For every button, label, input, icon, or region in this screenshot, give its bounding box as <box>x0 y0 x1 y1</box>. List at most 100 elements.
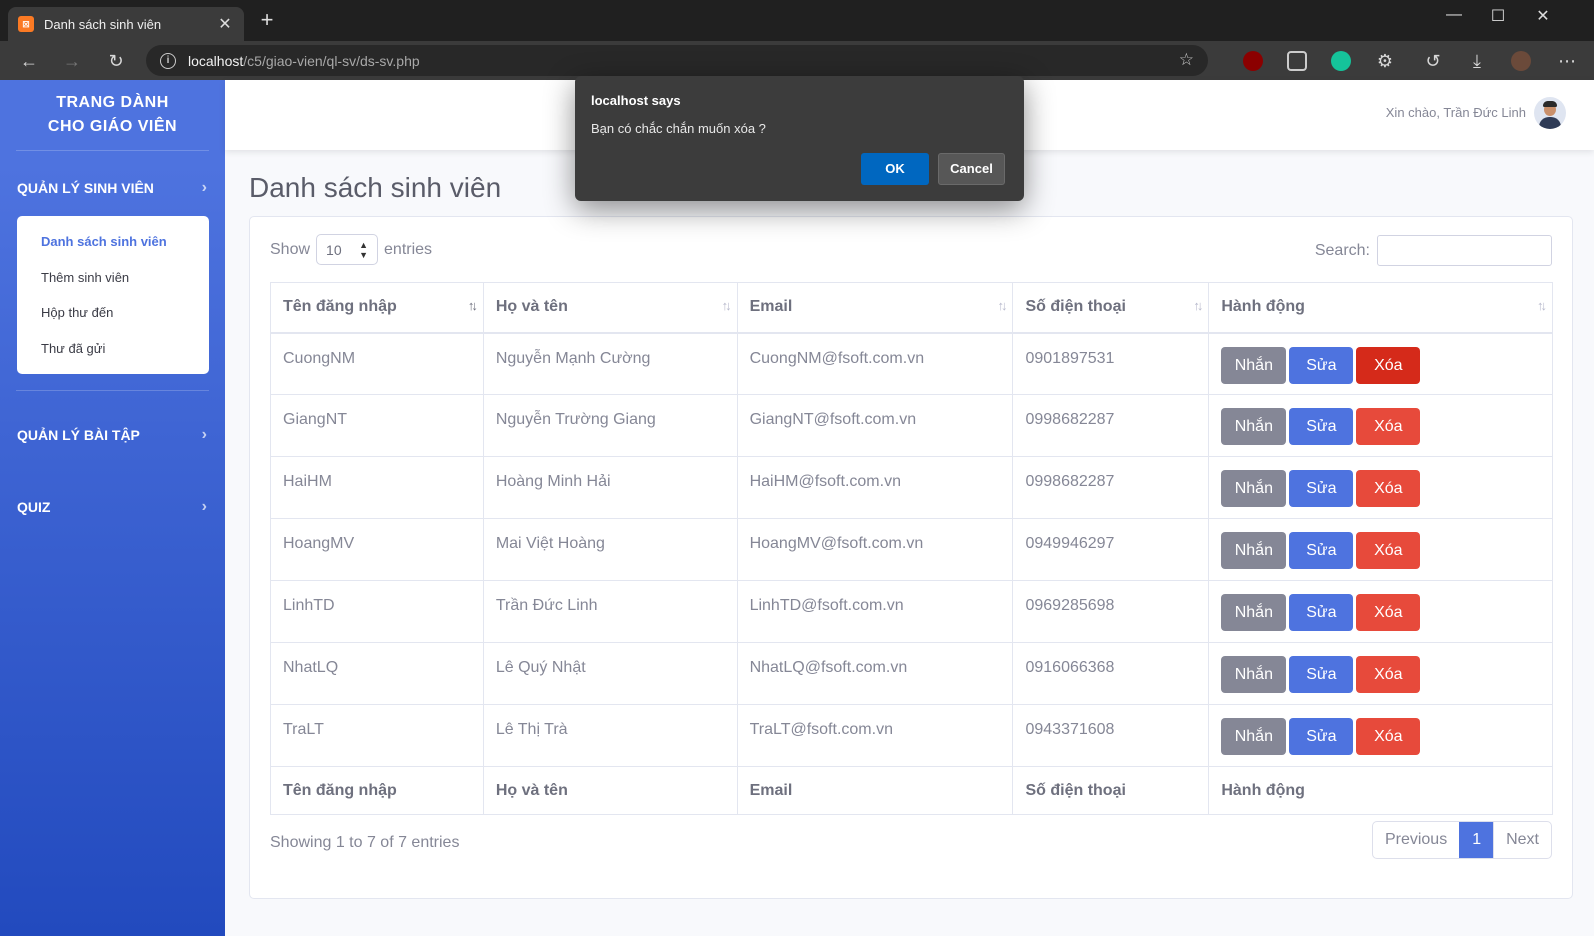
table-row: LinhTD Trần Đức Linh LinhTD@fsoft.com.vn… <box>270 580 1553 643</box>
user-greeting[interactable]: Xin chào, Trần Đức Linh <box>1386 105 1526 120</box>
delete-button[interactable]: Xóa <box>1356 532 1421 569</box>
sort-asc-icon: ↑↓ <box>467 298 478 313</box>
cell-actions: Nhắn Sửa Xóa <box>1208 580 1553 643</box>
cell-phone: 0916066368 <box>1012 642 1210 705</box>
close-window-icon[interactable]: ✕ <box>1531 6 1555 26</box>
edit-button[interactable]: Sửa <box>1289 470 1354 507</box>
sidebar-item-danh-sach-sinh-vien[interactable]: Danh sách sinh viên <box>17 224 209 260</box>
column-header-phone[interactable]: Số điện thoại ↑↓ <box>1012 282 1210 334</box>
ublock-icon[interactable] <box>1243 51 1263 71</box>
pagination: Previous 1 Next <box>1371 821 1552 859</box>
cell-phone: 0969285698 <box>1012 580 1210 643</box>
message-button[interactable]: Nhắn <box>1221 470 1287 507</box>
cell-actions: Nhắn Sửa Xóa <box>1208 394 1553 457</box>
sidebar-divider <box>16 150 209 151</box>
message-button[interactable]: Nhắn <box>1221 532 1287 569</box>
cell-email: NhatLQ@fsoft.com.vn <box>736 642 1014 705</box>
grammarly-icon[interactable] <box>1331 51 1351 71</box>
minimize-icon[interactable]: — <box>1442 6 1466 24</box>
dialog-message: Bạn có chắc chắn muốn xóa ? <box>591 121 766 136</box>
close-tab-icon[interactable]: ✕ <box>216 14 234 34</box>
edit-button[interactable]: Sửa <box>1289 594 1354 631</box>
browser-tab[interactable]: ⊠ Danh sách sinh viên ✕ <box>8 7 244 41</box>
column-header-fullname[interactable]: Họ và tên ↑↓ <box>482 282 738 334</box>
cell-email: CuongNM@fsoft.com.vn <box>736 332 1014 395</box>
cell-email: LinhTD@fsoft.com.vn <box>736 580 1014 643</box>
avatar[interactable] <box>1534 97 1566 129</box>
delete-button[interactable]: Xóa <box>1356 718 1421 755</box>
delete-button[interactable]: Xóa <box>1356 346 1421 384</box>
sidebar-item-thu-da-gui[interactable]: Thư đã gửi <box>17 331 209 367</box>
sidebar-section-quan-ly-sinh-vien[interactable]: QUẢN LÝ SINH VIÊN › <box>0 160 225 216</box>
favorite-icon[interactable]: ☆ <box>1179 50 1194 70</box>
brand-line-2: CHO GIÁO VIÊN <box>47 118 178 135</box>
cell-fullname: Hoàng Minh Hải <box>482 456 738 519</box>
extensions-icon[interactable]: ⚙ <box>1373 49 1397 73</box>
table-header-row: Tên đăng nhập ↑↓ Họ và tên ↑↓ Email ↑↓ Số đ… <box>270 282 1553 334</box>
new-tab-icon[interactable]: + <box>256 9 278 31</box>
site-info-icon[interactable]: i <box>160 52 176 69</box>
message-button[interactable]: Nhắn <box>1221 656 1287 693</box>
previous-page-button[interactable]: Previous <box>1373 822 1459 858</box>
table-footer-row: Tên đăng nhập Họ và tên Email Số điện th… <box>270 766 1553 815</box>
edit-button[interactable]: Sửa <box>1289 656 1354 693</box>
entries-label: entries <box>384 240 433 258</box>
delete-button[interactable]: Xóa <box>1356 470 1421 507</box>
column-header-username[interactable]: Tên đăng nhập ↑↓ <box>270 282 484 334</box>
profile-icon[interactable] <box>1511 51 1531 71</box>
address-bar[interactable]: i localhost/c5/giao-vien/ql-sv/ds-sv.php… <box>146 45 1208 76</box>
edit-button[interactable]: Sửa <box>1289 408 1354 445</box>
message-button[interactable]: Nhắn <box>1221 718 1287 755</box>
sidebar-brand[interactable]: TRANG DÀNH CHO GIÁO VIÊN <box>0 80 225 150</box>
sidebar-section-quan-ly-bai-tap[interactable]: QUẢN LÝ BÀI TẬP › <box>0 407 225 463</box>
message-button[interactable]: Nhắn <box>1221 594 1287 631</box>
message-button[interactable]: Nhắn <box>1221 408 1287 445</box>
search-label: Search: <box>1314 241 1370 259</box>
delete-button[interactable]: Xóa <box>1356 594 1421 631</box>
cell-username: CuongNM <box>270 332 484 395</box>
maximize-icon[interactable]: ☐ <box>1486 6 1510 26</box>
sidebar-section-label: QUẢN LÝ BÀI TẬP <box>17 427 140 443</box>
cell-phone: 0901897531 <box>1012 332 1210 395</box>
sidebar-item-them-sinh-vien[interactable]: Thêm sinh viên <box>17 260 209 296</box>
more-icon[interactable]: ⋯ <box>1555 49 1579 73</box>
chevron-right-icon: › <box>201 426 207 443</box>
history-icon[interactable]: ↺ <box>1421 49 1445 73</box>
student-table: Tên đăng nhập ↑↓ Họ và tên ↑↓ Email ↑↓ Số đ… <box>270 282 1553 815</box>
forward-icon[interactable]: → <box>60 49 84 73</box>
url-path: /c5/giao-vien/ql-sv/ds-sv.php <box>243 52 420 69</box>
table-row: HoangMV Mai Việt Hoàng HoangMV@fsoft.com… <box>270 518 1553 581</box>
column-label: Hành động <box>1221 298 1305 316</box>
cell-phone: 0943371608 <box>1012 704 1210 767</box>
column-header-email[interactable]: Email ↑↓ <box>736 282 1014 334</box>
sidebar-section-quiz[interactable]: QUIZ › <box>0 479 225 535</box>
collections-icon[interactable] <box>1287 51 1307 71</box>
refresh-icon[interactable]: ↻ <box>104 49 128 73</box>
page-1-button[interactable]: 1 <box>1459 822 1494 858</box>
back-icon[interactable]: ← <box>17 49 41 73</box>
cell-email: TraLT@fsoft.com.vn <box>736 704 1014 767</box>
cell-actions: Nhắn Sửa Xóa <box>1208 456 1553 519</box>
cell-username: HaiHM <box>270 456 484 519</box>
page-size-select[interactable]: 10 ▲ ▼ <box>316 234 379 265</box>
cancel-button[interactable]: Cancel <box>938 153 1005 185</box>
sidebar-item-hop-thu-den[interactable]: Hộp thư đến <box>17 295 209 331</box>
download-icon[interactable]: ⤓ <box>1465 49 1489 73</box>
column-header-actions[interactable]: Hành động ↑↓ <box>1208 282 1553 334</box>
edit-button[interactable]: Sửa <box>1289 718 1354 755</box>
edit-button[interactable]: Sửa <box>1289 532 1354 569</box>
delete-button[interactable]: Xóa <box>1356 408 1421 445</box>
next-page-button[interactable]: Next <box>1493 822 1551 858</box>
footer-header-email: Email <box>736 766 1014 815</box>
table-row: HaiHM Hoàng Minh Hải HaiHM@fsoft.com.vn … <box>270 456 1553 519</box>
message-button[interactable]: Nhắn <box>1221 346 1287 384</box>
sort-icon: ↑↓ <box>1193 298 1203 313</box>
page-size-value: 10 <box>326 241 342 258</box>
search-input[interactable] <box>1377 235 1552 266</box>
cell-actions: Nhắn Sửa Xóa <box>1208 332 1553 395</box>
ok-button[interactable]: OK <box>861 153 929 185</box>
delete-button[interactable]: Xóa <box>1356 656 1421 693</box>
footer-header-phone: Số điện thoại <box>1012 766 1210 815</box>
edit-button[interactable]: Sửa <box>1289 346 1354 384</box>
search-control: Search: <box>1315 235 1552 266</box>
